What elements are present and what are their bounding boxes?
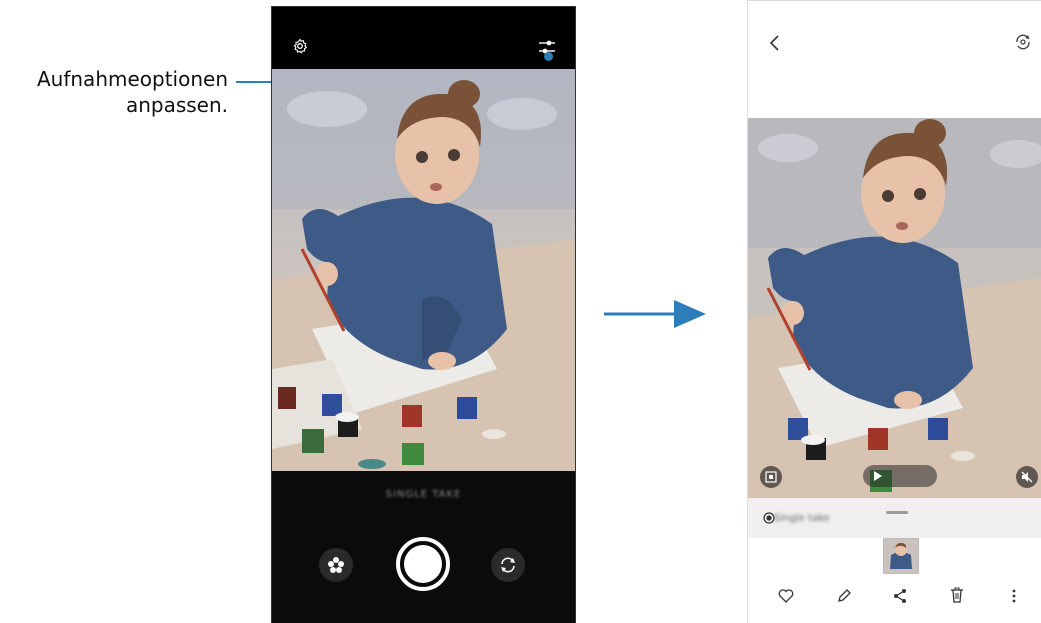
thumbnail-image (884, 539, 918, 573)
callout-line-2: anpassen. (125, 93, 228, 117)
heart-icon[interactable] (778, 589, 794, 603)
play-single-take-button[interactable] (863, 465, 937, 487)
callout-line-1: Aufnahmeoptionen (36, 67, 228, 91)
gallery-viewer-screen: Single take (747, 0, 1041, 623)
settings-gear-icon[interactable] (292, 38, 308, 54)
mute-icon (1021, 471, 1033, 483)
callout-label: Aufnahmeoptionen anpassen. (0, 66, 228, 118)
camera-screen: SINGLE TAKE (271, 6, 576, 623)
more-vert-icon[interactable] (1011, 588, 1017, 604)
transition-arrow-icon (604, 300, 706, 328)
edit-pencil-icon[interactable] (836, 588, 852, 604)
shutter-button[interactable] (396, 537, 450, 591)
flower-filter-button[interactable] (319, 548, 353, 582)
portrait-frame-button[interactable] (760, 466, 782, 488)
trash-icon[interactable] (950, 587, 964, 603)
play-icon (874, 471, 882, 481)
flower-filter-icon (328, 557, 344, 573)
camera-top-bar (272, 7, 575, 69)
selected-item-label: Single take (774, 513, 830, 524)
camera-mode-label[interactable]: SINGLE TAKE (272, 489, 575, 500)
sheet-drag-handle[interactable] (886, 511, 908, 514)
mute-button[interactable] (1016, 466, 1038, 488)
share-icon[interactable] (893, 588, 907, 604)
photo-thumbnail[interactable] (883, 538, 919, 574)
switch-camera-button[interactable] (491, 548, 525, 582)
portrait-frame-icon (765, 471, 777, 483)
rotate-camera-icon[interactable] (1014, 33, 1032, 51)
camera-viewfinder[interactable] (272, 69, 575, 471)
switch-camera-icon (501, 557, 515, 573)
captured-photo[interactable] (748, 118, 1041, 498)
callout-leader-dot (544, 52, 553, 61)
back-chevron-icon[interactable] (768, 33, 782, 53)
